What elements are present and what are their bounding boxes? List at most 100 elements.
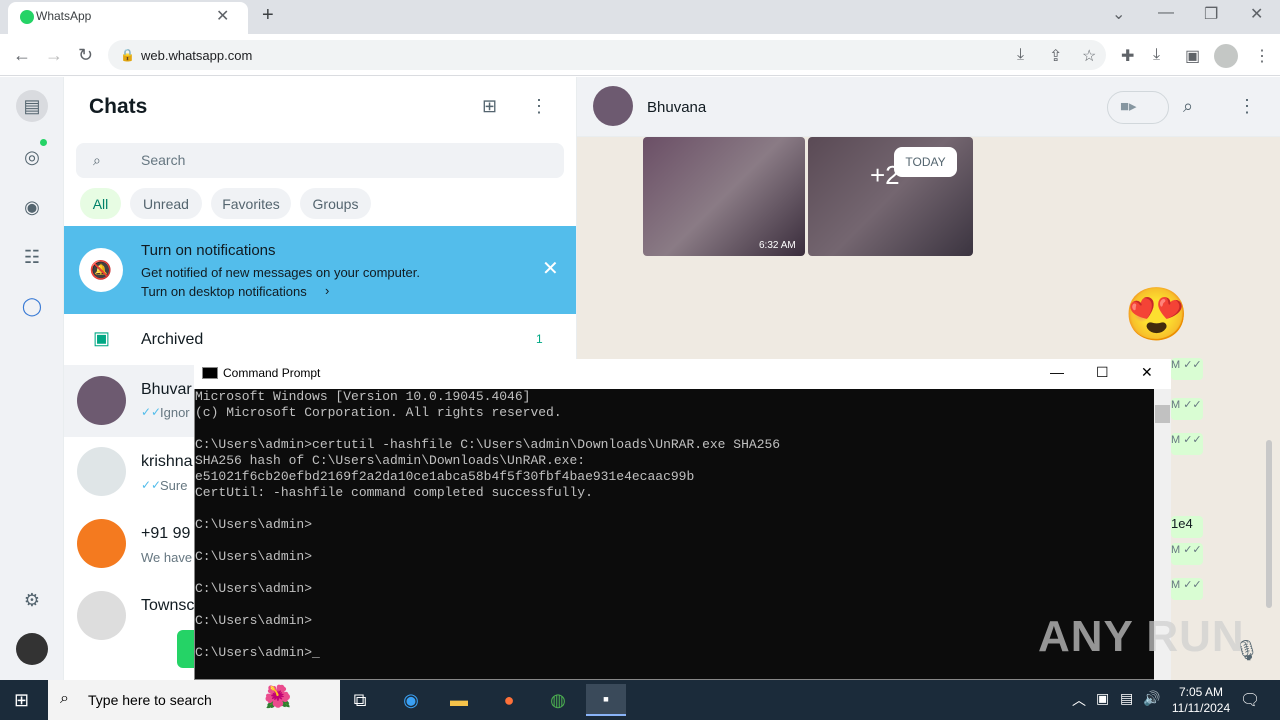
cmd-maximize-button[interactable]: ☐ [1096,364,1109,381]
message-fragment: M ✓✓ [1171,433,1203,455]
file-explorer-icon[interactable]: ▬ [439,684,479,716]
channels-icon[interactable]: ◉ [16,191,48,223]
extensions-icon[interactable]: ✚ [1121,46,1134,66]
back-icon[interactable]: ← [13,45,31,66]
cmd-line: C:\Users\admin> [195,517,313,532]
profile-avatar-wa[interactable] [16,633,48,665]
cmd-scroll-thumb[interactable] [1155,405,1170,423]
volume-icon[interactable]: 🔊 [1143,690,1160,707]
cmd-close-button[interactable]: ✕ [1141,364,1153,381]
video-camera-icon: ■▸ [1120,98,1137,115]
contact-avatar[interactable] [593,86,633,126]
archived-count: 1 [536,332,543,346]
cmd-line: CertUtil: -hashfile command completed su… [195,485,593,500]
chats-icon[interactable]: ▤ [16,90,48,122]
filter-all[interactable]: All [80,188,121,219]
video-call-button[interactable] [1107,91,1169,124]
cmd-titlebar[interactable] [194,359,1171,389]
cmd-line [195,501,1154,517]
profile-avatar[interactable] [1214,44,1238,68]
minimize-button[interactable]: — [1158,4,1174,22]
close-notification-icon[interactable]: ✕ [542,256,559,281]
chat-name: Bhuvar [141,381,192,398]
cmd-line: C:\Users\admin> [195,613,313,628]
address-bar[interactable] [108,40,1106,70]
conversation-scrollbar[interactable] [1266,440,1272,608]
sidepanel-icon[interactable]: ▣ [1185,46,1200,66]
install-icon[interactable]: ⤓ [1017,46,1024,64]
edge-icon[interactable]: ◉ [391,684,431,716]
task-view-icon[interactable]: ⧉ [340,684,380,716]
close-window-button[interactable]: ✕ [1250,4,1263,24]
new-chat-icon[interactable]: ⊞ [482,96,497,117]
taskbar-search-placeholder: Type here to search [88,692,212,708]
forward-icon[interactable]: → [45,45,63,66]
taskbar-search-icon: ⌕ [60,690,69,707]
bookmark-star-icon[interactable]: ☆ [1082,46,1096,66]
reload-icon[interactable]: ↻ [78,45,93,66]
cmd-taskbar-icon[interactable]: ▪ [586,684,626,716]
cmd-line: e51021f6cb20efbd2169f2a2da10ce1abca58b4f… [195,469,695,484]
url-text[interactable]: web.whatsapp.com [141,48,252,63]
chat-name: Townsc [141,597,195,614]
avatar [77,376,126,425]
double-tick-icon: ✓✓ [141,478,162,492]
bell-off-icon: 🔕 [79,248,123,292]
tray-chevron-icon[interactable]: ︿ [1072,690,1086,710]
clock-date: 11/11/2024 [1171,701,1231,715]
lock-icon: 🔒 [120,48,135,62]
search-placeholder: Search [141,152,186,168]
settings-icon[interactable]: ⚙ [16,584,48,616]
message-fragment: M ✓✓ [1171,398,1203,420]
photo-message-1[interactable] [643,137,805,256]
filter-unread[interactable]: Unread [130,188,202,219]
cmd-line: C:\Users\admin>certutil -hashfile C:\Use… [195,437,781,452]
tab-search-icon[interactable]: ⌄ [1112,4,1125,24]
notification-link[interactable]: Turn on desktop notifications [141,284,307,299]
restore-button[interactable]: ❐ [1204,4,1218,24]
message-fragment: M ✓✓ [1171,358,1203,380]
cmd-line: SHA256 hash of C:\Users\admin\Downloads\… [195,453,586,468]
conversation-menu-icon[interactable]: ⋮ [1238,96,1256,117]
cmd-line: Microsoft Windows [Version 10.0.19045.40… [195,389,531,404]
network-icon[interactable]: ▤ [1120,690,1133,707]
chats-menu-icon[interactable]: ⋮ [530,96,548,117]
avatar [77,591,126,640]
chrome-menu-icon[interactable]: ⋮ [1254,46,1270,66]
communities-icon[interactable]: ☷ [16,241,48,273]
cmd-minimize-button[interactable]: — [1050,364,1064,380]
filter-groups[interactable]: Groups [300,188,371,219]
new-tab-button[interactable]: + [262,4,274,27]
cmd-line [195,597,1154,613]
firefox-icon[interactable]: ● [489,684,529,716]
whatsapp-favicon-icon [20,10,34,24]
clock[interactable]: 7:05 AM 11/11/2024 [1160,684,1242,716]
conversation-search-icon[interactable]: ⌕ [1183,96,1193,117]
date-divider: TODAY [894,147,957,177]
cmd-line: C:\Users\admin> [195,549,313,564]
status-dot [40,139,47,146]
cmd-output[interactable]: Microsoft Windows [Version 10.0.19045.40… [194,389,1154,680]
tab-close-icon[interactable]: ✕ [216,6,229,26]
notifications-icon[interactable]: 🗨 [1240,690,1260,710]
notification-title: Turn on notifications [141,242,276,259]
double-tick-icon: ✓✓ [141,405,162,419]
emoji-message: 😍 [1124,286,1189,344]
archived-label[interactable]: Archived [141,331,203,349]
meta-ai-icon[interactable]: ◯ [16,290,48,322]
chats-title: Chats [89,95,148,118]
downloads-icon[interactable]: ⤓ [1153,46,1160,64]
notification-subtitle: Get notified of new messages on your com… [141,265,420,280]
windows-start-icon[interactable]: ⊞ [14,690,29,711]
tab-title: WhatsApp [36,9,92,23]
tray-device-icon[interactable]: ▣ [1096,690,1109,707]
share-icon[interactable]: ⇪ [1049,46,1062,66]
message-fragment: M ✓✓ [1171,543,1203,565]
filter-favorites[interactable]: Favorites [211,188,291,219]
chrome-icon[interactable]: ◍ [538,684,578,716]
archive-icon: ▣ [93,328,111,348]
message-fragment: M ✓✓ [1171,578,1203,600]
search-icon: ⌕ [93,152,101,168]
contact-name[interactable]: Bhuvana [647,99,706,116]
cmd-line: C:\Users\admin> [195,581,313,596]
